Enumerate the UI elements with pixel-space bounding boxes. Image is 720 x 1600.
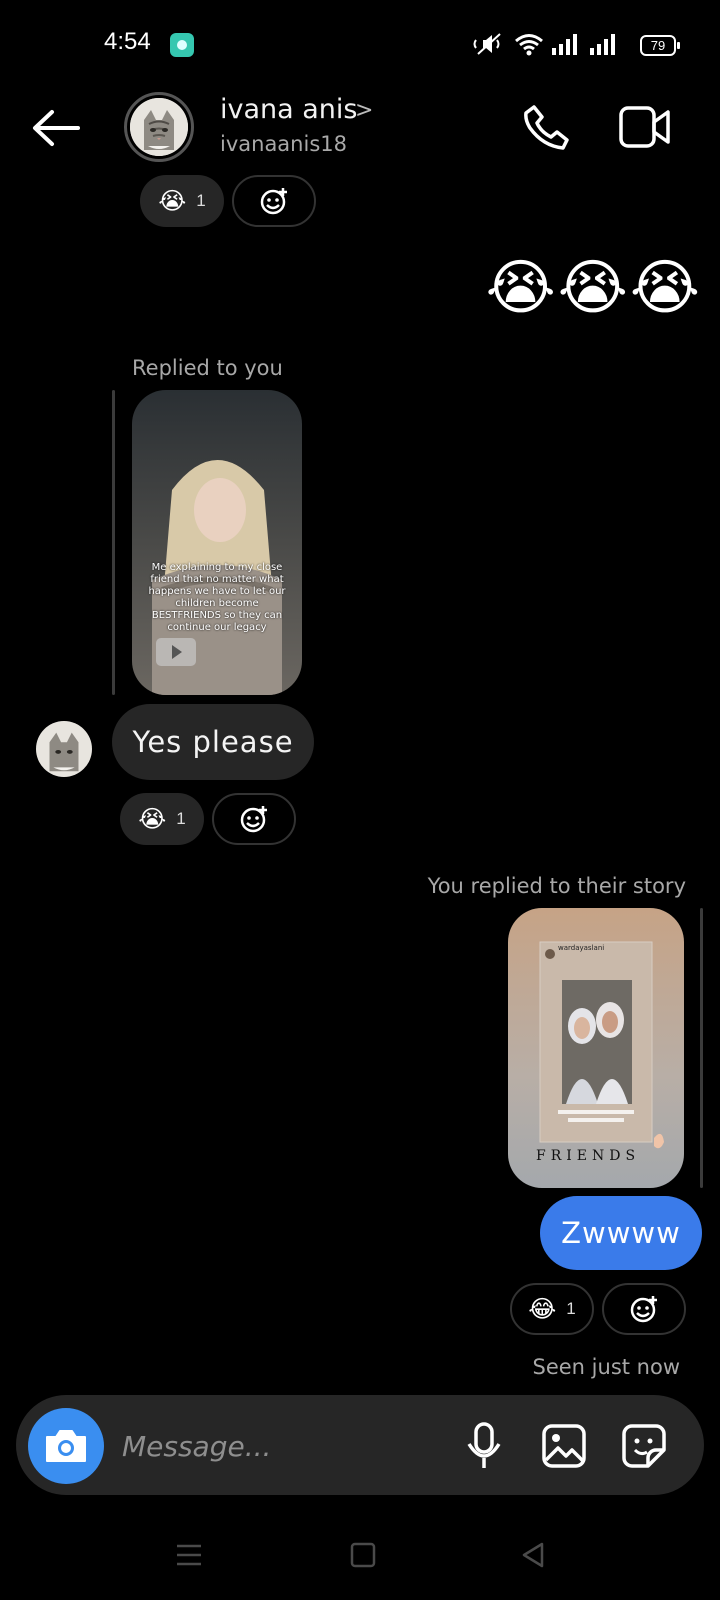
back-nav-icon[interactable] [518,1540,548,1570]
wifi-icon [515,34,543,56]
profile-avatar[interactable] [124,92,194,162]
crying-emoji: 😭 [158,187,187,215]
video-call-icon[interactable] [618,104,672,150]
signal-icon-2 [590,34,615,55]
crying-emoji: 😭 [138,805,167,833]
replied-reel-card[interactable]: Me explaining to my close friend that no… [132,390,302,695]
laughing-emoji: 😂 [528,1295,557,1323]
received-message-bubble[interactable]: Yes please [112,704,314,780]
add-emoji-icon [630,1296,657,1323]
seen-status: Seen just now [532,1355,680,1379]
reaction-count: 1 [176,809,186,828]
status-time: 4:54 [104,28,151,55]
add-emoji-icon [260,188,287,215]
sent-emoji-message[interactable]: 😭😭😭 [480,258,702,318]
reaction-pill[interactable]: 😭 1 [120,793,204,845]
story-friends-text: FRIENDS [536,1148,641,1164]
cat-avatar-image [36,721,92,777]
story-reply-label: You replied to their story [427,874,686,898]
phone-call-icon[interactable] [520,102,572,154]
microphone-icon[interactable] [464,1420,504,1472]
menu-nav-icon[interactable] [174,1540,204,1570]
reel-thumbnail [132,390,302,695]
sender-avatar[interactable] [36,721,92,777]
add-reaction-button[interactable] [602,1283,686,1335]
story-username: wardayaslani [558,944,605,952]
add-emoji-icon [240,806,267,833]
sent-message-bubble[interactable]: Zwwww [540,1196,702,1270]
reply-indicator-bar [700,908,703,1188]
reaction-count: 1 [566,1299,576,1318]
camera-button[interactable] [28,1408,104,1484]
reply-label: Replied to you [132,356,283,380]
reply-indicator-bar [112,390,115,695]
back-arrow-icon[interactable] [30,108,82,148]
add-reaction-button[interactable] [232,175,316,227]
add-reaction-button[interactable] [212,793,296,845]
reel-caption: Me explaining to my close friend that no… [148,562,286,633]
battery-indicator: 79 [640,35,680,56]
reaction-pill[interactable]: 😭 1 [140,175,224,227]
message-input[interactable] [120,1425,444,1467]
camera-icon [46,1430,86,1462]
app-notification-icon [170,33,194,57]
reaction-count: 1 [196,191,206,210]
chevron-right-icon[interactable]: > [355,98,373,123]
sticker-icon[interactable] [620,1422,668,1470]
contact-name[interactable]: ivana anis [220,94,358,125]
gallery-icon[interactable] [540,1422,588,1470]
home-nav-icon[interactable] [348,1540,378,1570]
signal-icon-1 [552,34,577,55]
reaction-pill[interactable]: 😂 1 [510,1283,594,1335]
contact-username[interactable]: ivanaanis18 [220,132,347,156]
mute-icon [473,33,501,55]
cat-avatar-image [130,98,188,156]
replied-story-card[interactable]: wardayaslani FRIENDS [508,908,684,1188]
